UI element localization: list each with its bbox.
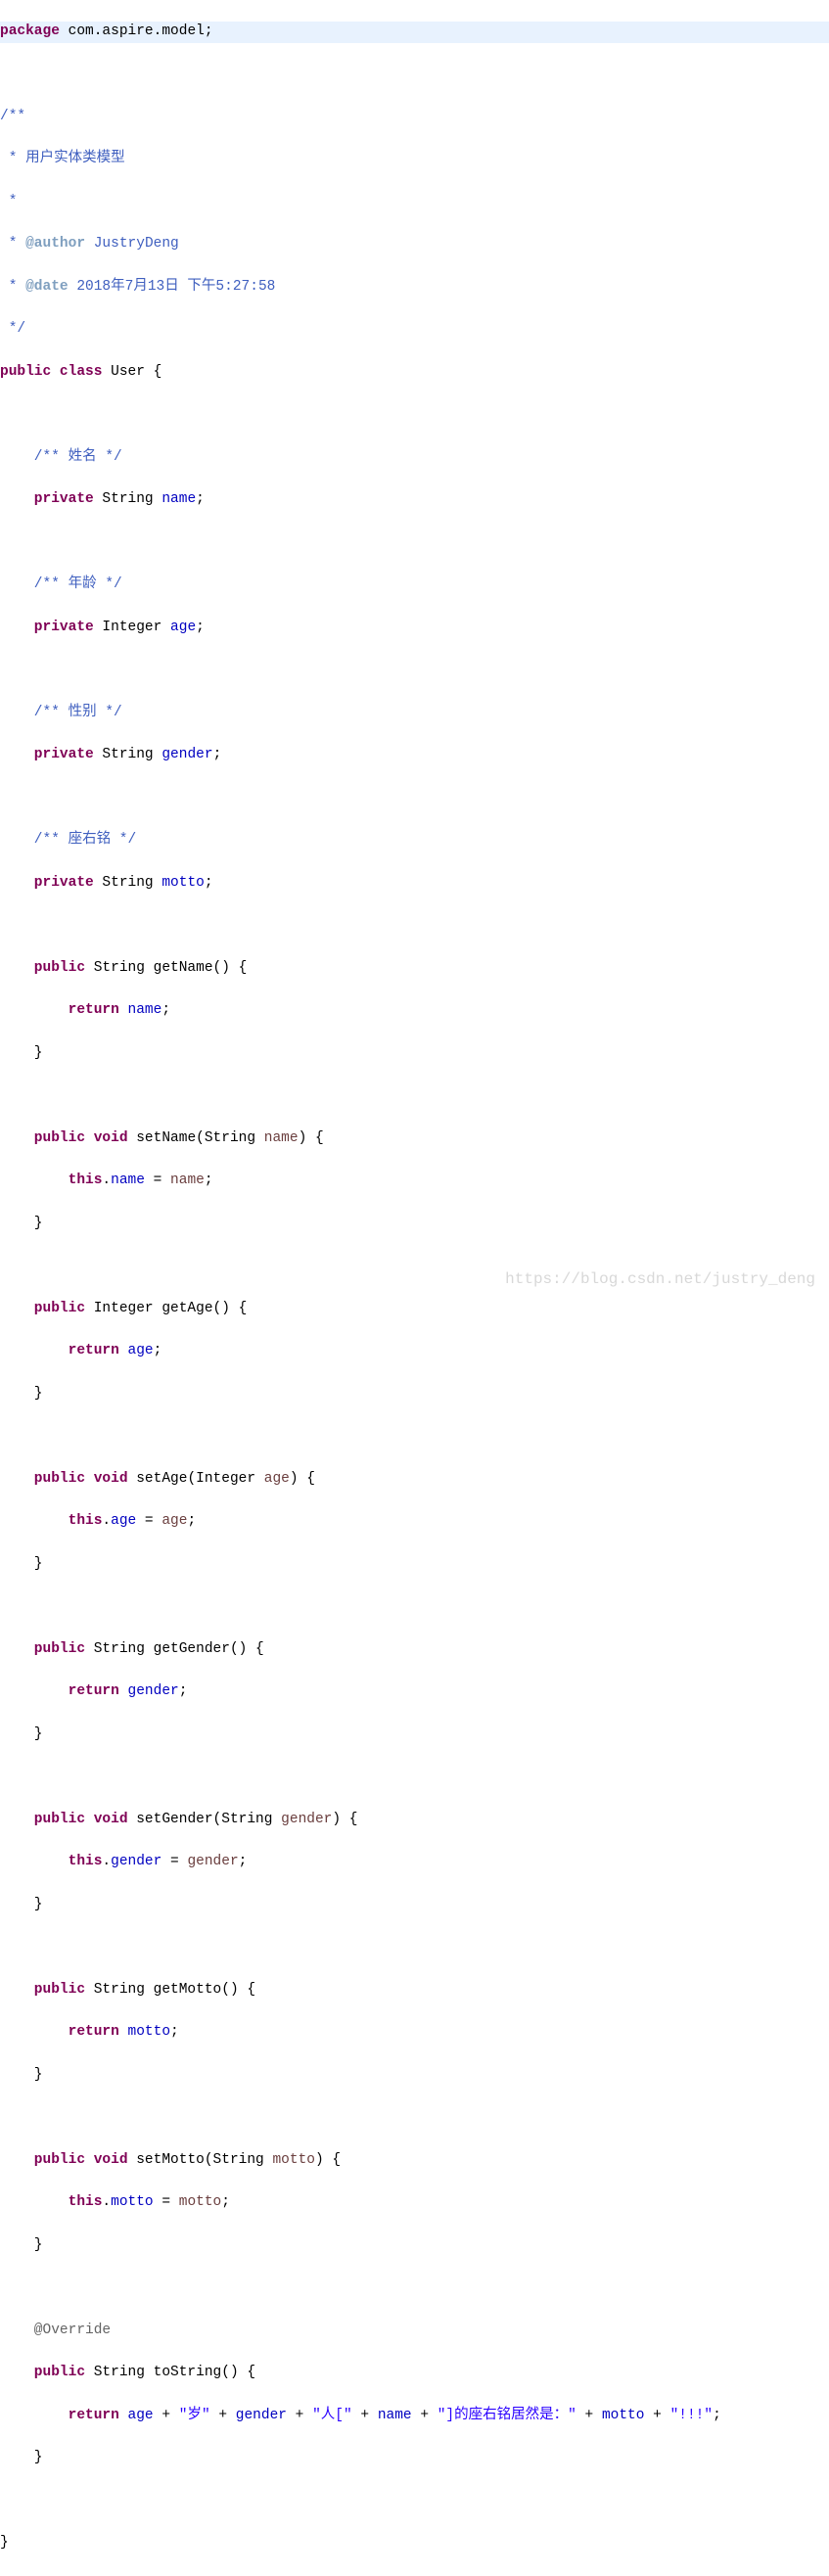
getName-ret: return name; bbox=[0, 1000, 829, 1022]
setAge-sig: public void setAge(Integer age) { bbox=[0, 1469, 829, 1491]
setMotto-body: this.motto = motto; bbox=[0, 2192, 829, 2214]
blank-line bbox=[0, 2277, 829, 2299]
blank-line bbox=[0, 1426, 829, 1448]
field-gender: private String gender; bbox=[0, 745, 829, 766]
setGender-close: } bbox=[0, 1895, 829, 1916]
blank-line bbox=[0, 788, 829, 809]
blank-line bbox=[0, 1596, 829, 1618]
getGender-sig: public String getGender() { bbox=[0, 1639, 829, 1661]
toString-ret: return age + "岁" + gender + "人[" + name … bbox=[0, 2406, 829, 2427]
setGender-body: this.gender = gender; bbox=[0, 1852, 829, 1873]
blank-line bbox=[0, 1767, 829, 1788]
getMotto-close: } bbox=[0, 2065, 829, 2087]
blank-line bbox=[0, 532, 829, 554]
setAge-close: } bbox=[0, 1554, 829, 1576]
toString-close: } bbox=[0, 2448, 829, 2469]
class-close: } bbox=[0, 2533, 829, 2554]
field-motto: private String motto; bbox=[0, 873, 829, 895]
code-block: package com.aspire.model; /** * 用户实体类模型 … bbox=[0, 0, 829, 2576]
javadoc-blank: * bbox=[0, 192, 829, 213]
setGender-sig: public void setGender(String gender) { bbox=[0, 1810, 829, 1831]
blank-line bbox=[0, 915, 829, 937]
blank-line bbox=[0, 660, 829, 681]
setMotto-close: } bbox=[0, 2235, 829, 2257]
keyword-package: package bbox=[0, 23, 60, 39]
field-gender-comment: /** 性别 */ bbox=[0, 703, 829, 724]
setName-body: this.name = name; bbox=[0, 1171, 829, 1192]
javadoc-author: * @author JustryDeng bbox=[0, 234, 829, 255]
field-age: private Integer age; bbox=[0, 618, 829, 639]
package-line: package com.aspire.model; bbox=[0, 22, 829, 43]
field-age-comment: /** 年龄 */ bbox=[0, 575, 829, 596]
blank-line bbox=[0, 1256, 829, 1277]
javadoc-close: */ bbox=[0, 319, 829, 341]
setMotto-sig: public void setMotto(String motto) { bbox=[0, 2150, 829, 2172]
blank-line bbox=[0, 64, 829, 85]
field-name-comment: /** 姓名 */ bbox=[0, 447, 829, 469]
getName-close: } bbox=[0, 1043, 829, 1065]
blank-line bbox=[0, 404, 829, 426]
blank-line bbox=[0, 2107, 829, 2129]
javadoc-open: /** bbox=[0, 107, 829, 128]
blank-line bbox=[0, 1085, 829, 1107]
getGender-close: } bbox=[0, 1725, 829, 1746]
blank-line bbox=[0, 2491, 829, 2512]
override-annotation: @Override bbox=[0, 2321, 829, 2342]
class-decl: public class User { bbox=[0, 362, 829, 384]
getAge-ret: return age; bbox=[0, 1341, 829, 1362]
getAge-close: } bbox=[0, 1384, 829, 1405]
setAge-body: this.age = age; bbox=[0, 1511, 829, 1533]
javadoc-date: * @date 2018年7月13日 下午5:27:58 bbox=[0, 277, 829, 299]
getMotto-ret: return motto; bbox=[0, 2022, 829, 2044]
getGender-ret: return gender; bbox=[0, 1681, 829, 1703]
getName-sig: public String getName() { bbox=[0, 958, 829, 980]
javadoc-desc: * 用户实体类模型 bbox=[0, 149, 829, 170]
blank-line bbox=[0, 1937, 829, 1958]
package-name: com.aspire.model; bbox=[60, 23, 213, 39]
setName-close: } bbox=[0, 1214, 829, 1235]
toString-sig: public String toString() { bbox=[0, 2363, 829, 2384]
getMotto-sig: public String getMotto() { bbox=[0, 1980, 829, 2001]
setName-sig: public void setName(String name) { bbox=[0, 1128, 829, 1150]
getAge-sig: public Integer getAge() { bbox=[0, 1299, 829, 1320]
field-motto-comment: /** 座右铭 */ bbox=[0, 830, 829, 851]
field-name: private String name; bbox=[0, 489, 829, 511]
